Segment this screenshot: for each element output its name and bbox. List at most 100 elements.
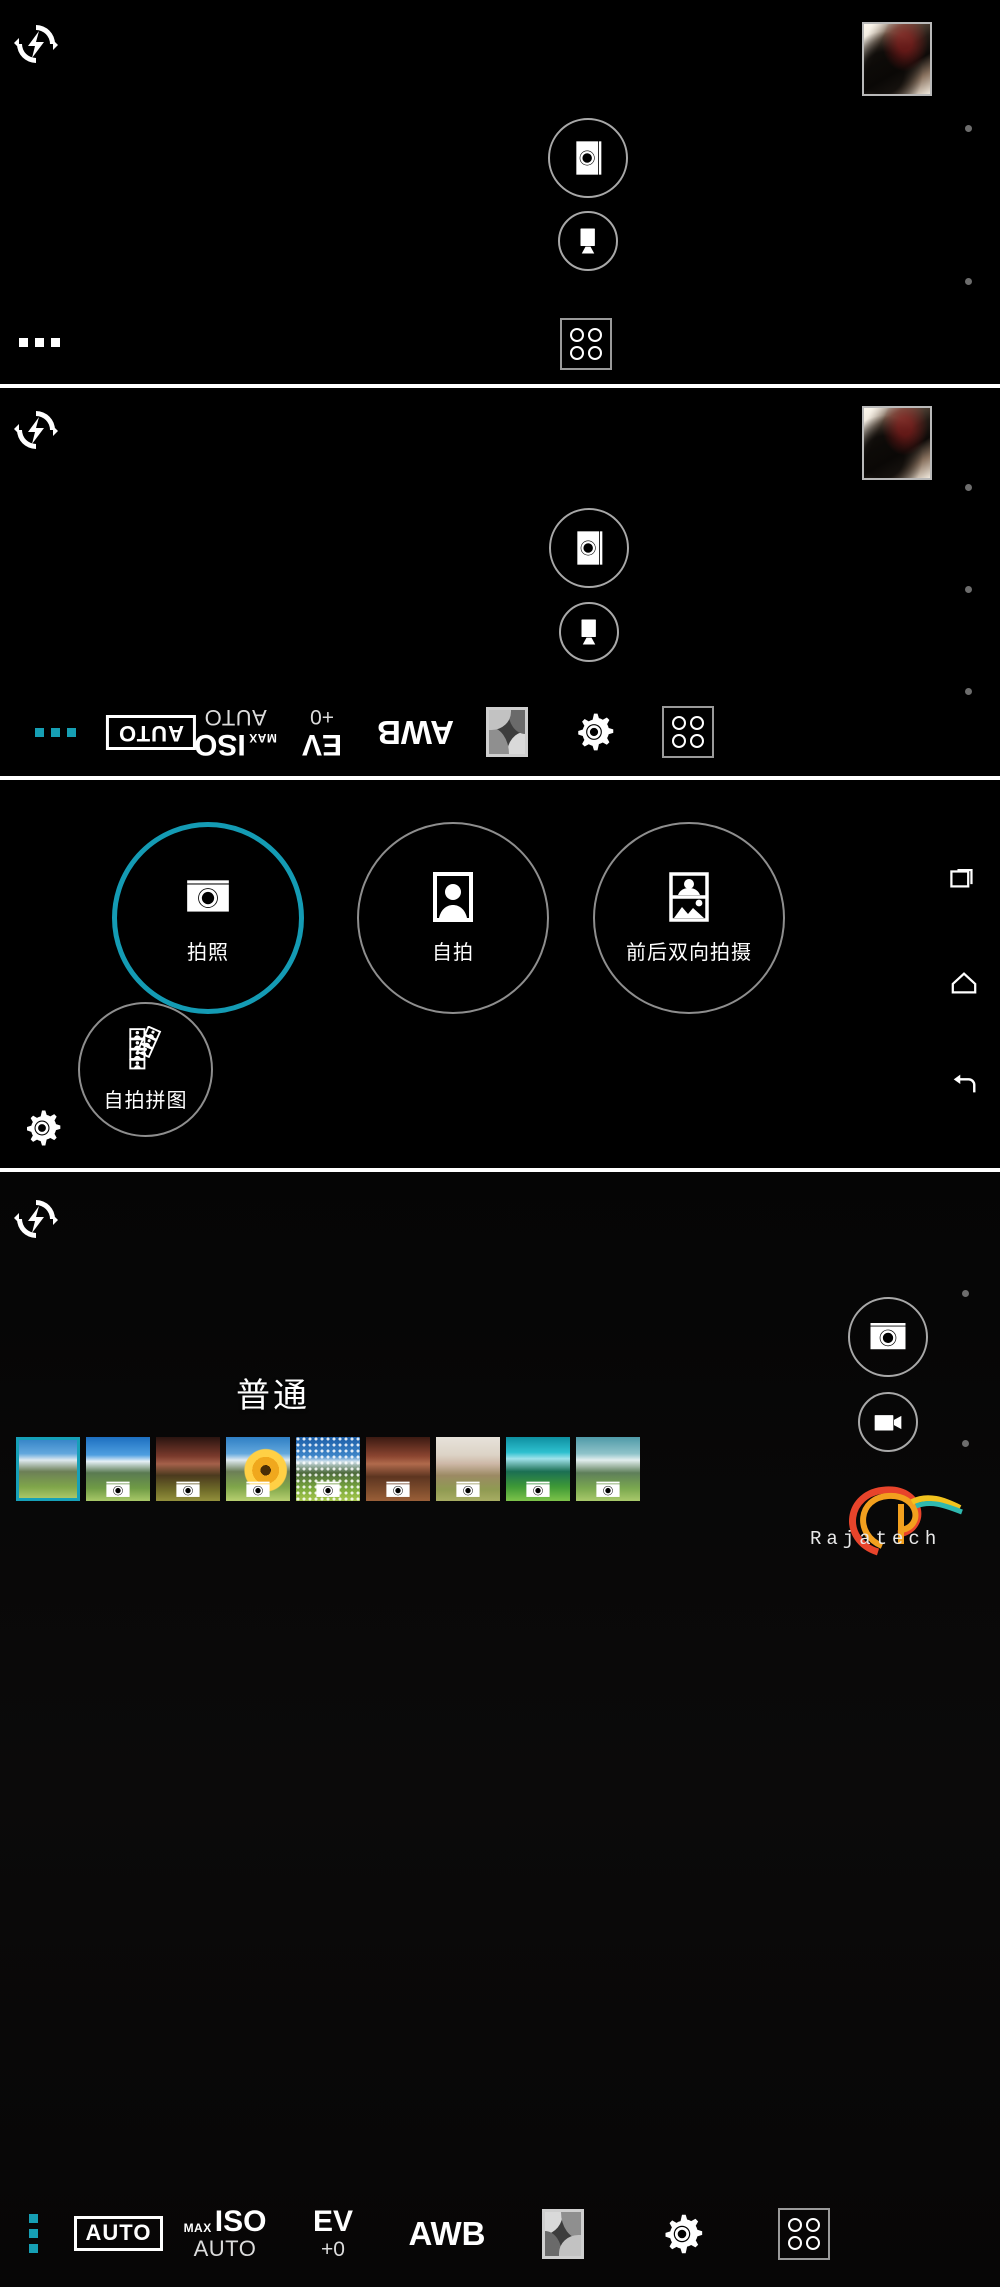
shutter-video-button[interactable] xyxy=(559,602,619,662)
shutter-photo-button[interactable] xyxy=(548,118,628,198)
iso-button[interactable]: MAX ISO AUTO xyxy=(171,2207,279,2260)
scroll-indicator-dot xyxy=(965,586,972,593)
grid-dot xyxy=(788,2235,802,2250)
camera-icon xyxy=(246,1481,270,1497)
mode-collage-label: 自拍拼图 xyxy=(103,1090,188,1112)
camera-toolbar: AUTO MAX ISO AUTO EV +0 AWB xyxy=(0,688,1000,776)
camera-icon xyxy=(870,1323,906,1350)
nav-back-button[interactable] xyxy=(950,1070,978,1103)
flash-auto-icon[interactable] xyxy=(14,408,58,452)
mode-collage[interactable]: 自拍拼图 xyxy=(78,1002,213,1137)
filter-strip[interactable] xyxy=(16,1437,640,1501)
effects-icon xyxy=(542,2208,584,2259)
iso-label: ISO xyxy=(214,2205,267,2238)
nav-home-button[interactable] xyxy=(950,969,978,1002)
camera-icon xyxy=(456,1481,480,1497)
ev-button[interactable]: EV +0 xyxy=(278,704,366,761)
iso-max-label: MAX xyxy=(248,730,277,745)
watermark-text: Rajatech xyxy=(810,1528,942,1550)
mode-dual[interactable]: 前后双向拍摄 xyxy=(593,822,785,1014)
grid-dot xyxy=(588,328,602,342)
gear-icon xyxy=(578,713,614,751)
mode-selfie[interactable]: 自拍 xyxy=(357,822,549,1014)
more-options-button[interactable] xyxy=(0,727,110,737)
scene-mode-button[interactable]: AUTO xyxy=(106,714,196,750)
grid-dot xyxy=(570,328,584,342)
more-dot xyxy=(50,727,60,737)
grid-modes-icon xyxy=(560,318,612,370)
camera-icon xyxy=(176,1481,200,1497)
iso-max-label: MAX xyxy=(183,2221,212,2235)
camera-icon xyxy=(386,1481,410,1497)
grid-dot xyxy=(570,346,584,360)
more-dot xyxy=(34,727,44,737)
shutter-video-button[interactable] xyxy=(858,1392,918,1452)
more-dot xyxy=(19,338,28,347)
grid-dot xyxy=(690,716,704,730)
modes-button[interactable] xyxy=(638,706,738,758)
nav-recents-button[interactable] xyxy=(950,864,978,897)
panel-mode-picker: 拍照 自拍 前后双向拍摄 自拍拼图 xyxy=(0,780,1000,1168)
camera-icon xyxy=(526,1481,550,1497)
screenshot-root: AUTO MAX ISO AUTO EV +0 AWB 拍照 自拍 前后双向拍摄… xyxy=(0,0,1000,2287)
grid-dot xyxy=(788,2217,802,2232)
ev-value: +0 xyxy=(310,704,334,728)
rajatech-logo-icon xyxy=(849,1486,963,1556)
gear-icon xyxy=(665,2214,702,2253)
filter-normal[interactable] xyxy=(16,1437,80,1501)
iso-label: ISO xyxy=(193,727,246,761)
mode-grid-button[interactable] xyxy=(560,318,612,370)
camera-icon xyxy=(106,1481,130,1497)
filter-halftone[interactable] xyxy=(296,1437,360,1501)
panel-filter-picker: 普通 Rajatech AUTO MAX ISO AUTO EV +0 AWB xyxy=(0,1172,1000,2287)
shutter-video-button[interactable] xyxy=(558,211,618,271)
back-arrow-icon xyxy=(953,1074,976,1093)
mode-photo-label: 拍照 xyxy=(187,941,229,964)
flash-auto-icon[interactable] xyxy=(14,22,58,66)
last-photo-thumbnail[interactable] xyxy=(862,406,932,480)
ev-button[interactable]: EV +0 xyxy=(279,2207,387,2261)
panel-viewfinder-toolbar-open: AUTO MAX ISO AUTO EV +0 AWB xyxy=(0,388,1000,776)
modes-button[interactable] xyxy=(744,2207,864,2260)
white-balance-button[interactable]: AWB xyxy=(366,713,464,751)
mode-photo[interactable]: 拍照 xyxy=(112,822,304,1014)
iso-value: AUTO xyxy=(193,2236,257,2261)
scene-mode-button[interactable]: AUTO xyxy=(66,2216,171,2251)
auto-box-icon: AUTO xyxy=(106,714,196,750)
filter-bloom[interactable] xyxy=(226,1437,290,1501)
shutter-photo-button[interactable] xyxy=(549,508,629,588)
video-icon xyxy=(874,1414,902,1430)
filter-pastel[interactable] xyxy=(576,1437,640,1501)
gear-icon xyxy=(27,1110,61,1146)
settings-button[interactable] xyxy=(619,2212,744,2256)
camera-toolbar: AUTO MAX ISO AUTO EV +0 AWB xyxy=(0,2180,1000,2287)
more-dot xyxy=(28,2229,38,2238)
effects-button[interactable] xyxy=(464,707,550,757)
filter-sepia[interactable] xyxy=(366,1437,430,1501)
white-balance-button[interactable]: AWB xyxy=(387,2215,507,2253)
grid-dot xyxy=(672,716,686,730)
settings-button[interactable] xyxy=(22,1108,62,1153)
flash-auto-icon[interactable] xyxy=(14,1197,58,1241)
iso-button[interactable]: MAX ISO AUTO xyxy=(192,705,278,761)
settings-button[interactable] xyxy=(550,711,638,753)
camera-icon xyxy=(316,1481,340,1497)
filter-cyan[interactable] xyxy=(506,1437,570,1501)
awb-label: AWB xyxy=(376,714,454,751)
selfie-collage-icon xyxy=(128,1026,161,1070)
grid-modes-icon xyxy=(778,2207,830,2260)
scroll-indicator-dot xyxy=(965,125,972,132)
shutter-photo-button[interactable] xyxy=(848,1297,928,1377)
grid-dot xyxy=(690,734,704,748)
more-options-button[interactable] xyxy=(19,338,60,347)
filter-faded[interactable] xyxy=(436,1437,500,1501)
filter-warm[interactable] xyxy=(156,1437,220,1501)
effects-button[interactable] xyxy=(507,2208,619,2259)
more-options-button[interactable] xyxy=(0,2214,66,2253)
portrait-icon xyxy=(433,871,473,922)
last-photo-thumbnail[interactable] xyxy=(862,22,932,96)
camera-icon xyxy=(596,1481,620,1497)
home-icon xyxy=(951,972,977,994)
filter-cool[interactable] xyxy=(86,1437,150,1501)
scroll-indicator-dot xyxy=(962,1440,969,1447)
